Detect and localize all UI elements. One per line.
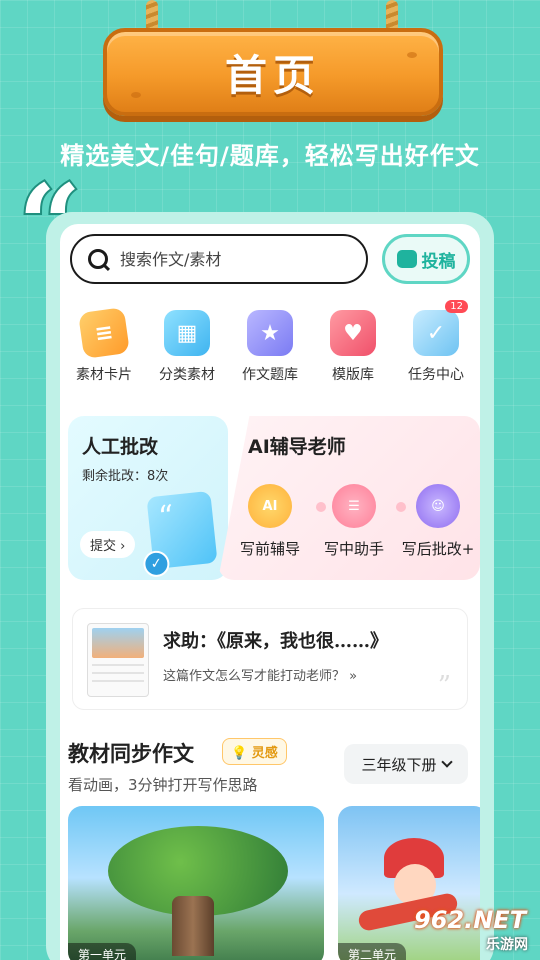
inbox-icon	[396, 250, 417, 268]
essay-thumbnail	[87, 623, 149, 697]
question-bank-icon: ★	[247, 310, 293, 356]
help-question: 这篇作文怎么写才能打动老师？ »	[163, 669, 358, 684]
tool-label: 写中助手	[323, 540, 384, 558]
check-icon: ✓	[142, 549, 171, 579]
ai-tutor-card: AI辅导老师 AI 写前辅导 ☰ 写中助手 ☺ 写后批改+	[218, 416, 480, 580]
search-bar[interactable]	[70, 234, 368, 284]
tool-label: 写前辅导	[239, 540, 300, 558]
search-icon	[88, 249, 108, 269]
help-title: 求助：《原来，我也很……》	[163, 631, 388, 652]
unit-label: 第一单元	[68, 943, 137, 960]
tool-label: 写后批改+	[401, 540, 475, 558]
category-label: 作文题库	[242, 367, 298, 383]
ai-icon: AI	[248, 484, 292, 528]
post-writing-correction[interactable]: ☺ 写后批改+	[400, 484, 476, 559]
document-icon: “ ✓	[142, 490, 218, 579]
category-label: 任务中心	[408, 367, 464, 383]
app-screen: 投稿 ≡ 素材卡片 ▦ 分类素材 ★ 作文题库 ♥ 模版库 ✓ 12 任务中	[60, 224, 480, 960]
category-label: 素材卡片	[76, 367, 132, 383]
submit-essay-button[interactable]: 投稿	[382, 234, 470, 284]
section-title: 教材同步作文	[68, 742, 194, 766]
help-request-card[interactable]: 求助：《原来，我也很……》 这篇作文怎么写才能打动老师？ » ”	[72, 608, 468, 710]
chat-icon: ☰	[332, 484, 376, 528]
manual-correction-card[interactable]: 人工批改 剩余批改：8次 提交 › “ ✓	[68, 416, 228, 580]
task-count-badge: 12	[445, 300, 468, 313]
material-card-icon: ≡	[78, 307, 130, 359]
phone-frame: 投稿 ≡ 素材卡片 ▦ 分类素材 ★ 作文题库 ♥ 模版库 ✓ 12 任务中	[46, 212, 494, 960]
template-icon: ♥	[330, 310, 376, 356]
pre-writing-tutor[interactable]: AI 写前辅导	[232, 484, 308, 559]
inspiration-badge[interactable]: 💡 灵感	[222, 738, 287, 765]
quote-mark-icon: ”	[437, 671, 451, 701]
correction-remaining: 剩余批改：8次	[82, 469, 169, 484]
submit-label: 投稿	[421, 251, 456, 272]
grade-label: 三年级下册	[361, 755, 437, 774]
category-material-card[interactable]: ≡ 素材卡片	[64, 307, 144, 384]
category-task-center[interactable]: ✓ 12 任务中心	[396, 300, 476, 384]
grade-selector[interactable]: 三年级下册	[344, 744, 468, 784]
ai-tutor-title: AI辅导老师	[248, 436, 346, 458]
submit-correction-button[interactable]: 提交 ›	[80, 531, 136, 558]
task-center-icon: ✓	[413, 310, 459, 356]
unit-card-1[interactable]: 第一单元	[68, 806, 324, 960]
section-subtitle: 看动画，3分钟打开写作思路	[68, 776, 258, 794]
category-question-bank[interactable]: ★ 作文题库	[230, 310, 310, 384]
correction-title: 人工批改	[82, 436, 159, 458]
category-label: 模版库	[332, 367, 374, 383]
category-label: 分类素材	[159, 367, 215, 383]
category-classified-material[interactable]: ▦ 分类素材	[147, 310, 227, 384]
unit-label: 第二单元	[338, 943, 407, 960]
tagline: 精选美文/佳句/题库，轻松写出好作文	[60, 142, 480, 170]
writing-assistant[interactable]: ☰ 写中助手	[316, 484, 392, 559]
page-title: 首页	[224, 50, 321, 100]
watermark-brand: 962.NET	[414, 906, 527, 934]
category-template[interactable]: ♥ 模版库	[313, 310, 393, 384]
robot-icon: ☺	[416, 484, 460, 528]
chevron-down-icon	[440, 756, 453, 768]
title-plank: 首页	[103, 28, 443, 116]
watermark-logo: 962.NET 乐游网	[414, 906, 534, 956]
search-input[interactable]	[120, 249, 340, 269]
category-icon: ▦	[164, 310, 210, 356]
watermark-site: 乐游网	[486, 937, 528, 953]
category-row: ≡ 素材卡片 ▦ 分类素材 ★ 作文题库 ♥ 模版库 ✓ 12 任务中心	[60, 300, 480, 384]
